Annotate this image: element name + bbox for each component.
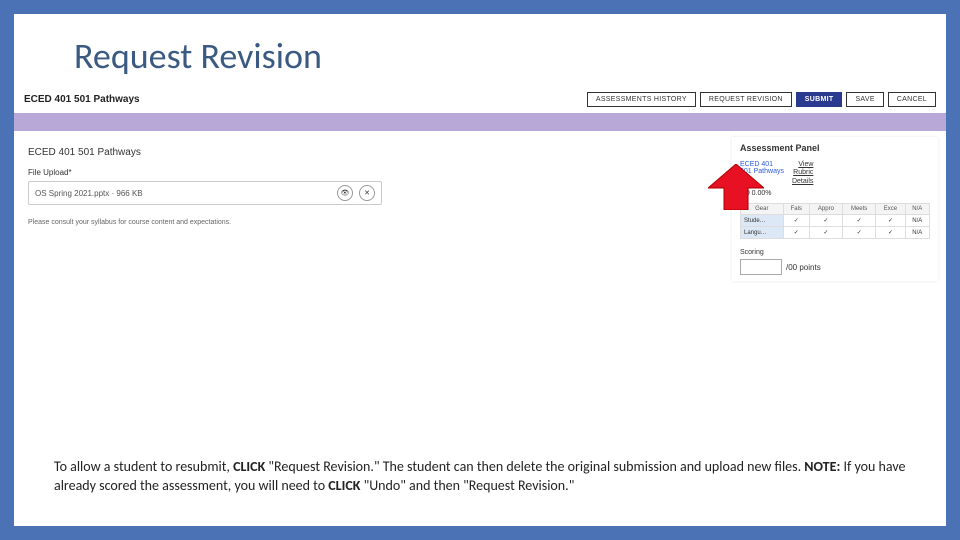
syllabus-hint: Please consult your syllabus for course … [28, 219, 710, 226]
scoring-input[interactable] [740, 259, 782, 275]
slide-title: Request Revision [14, 14, 946, 86]
main-panel: ECED 401 501 Pathways File Upload* OS Sp… [14, 131, 724, 281]
view-link[interactable]: View [792, 161, 813, 169]
rubric-cell[interactable]: ✓ [783, 227, 809, 239]
save-button[interactable]: SAVE [846, 92, 883, 107]
uploaded-file-row: OS Spring 2021.pptx · 966 KB 👁 ✕ [28, 181, 382, 205]
rubric-cell[interactable]: ✓ [809, 215, 842, 227]
rubric-header: Appro [809, 204, 842, 215]
rubric-header: N/A [905, 204, 929, 215]
panel-links: View Rubric Details [792, 161, 813, 186]
scoring-label: Scoring [740, 249, 930, 256]
rubric-cell[interactable]: ✓ [783, 215, 809, 227]
scoring-suffix: /00 points [786, 263, 821, 272]
panel-course: ECED 401 501 Pathways [740, 161, 784, 186]
scoring-box: /00 points [740, 259, 930, 275]
app-toolbar: ECED 401 501 Pathways ASSESSMENTS HISTOR… [14, 86, 946, 113]
rubric-header: Meets [842, 204, 875, 215]
rubric-header-row: Gear Fals Appro Meets Exce N/A [741, 204, 930, 215]
slide-frame: { "slide": { "title": "Request Revision"… [0, 0, 960, 540]
caption-text: To allow a student to resubmit, [54, 458, 233, 475]
view-file-icon[interactable]: 👁 [337, 185, 353, 201]
rubric-row: Stude… ✓ ✓ ✓ ✓ N/A [741, 215, 930, 227]
rubric-cell[interactable]: ✓ [809, 227, 842, 239]
score-summary: 0/0 0.00% [740, 190, 930, 197]
workspace: ECED 401 501 Pathways File Upload* OS Sp… [14, 131, 946, 281]
caption-text: "Request Revision." The student can then… [268, 458, 804, 475]
rubric-cell[interactable]: N/A [905, 227, 929, 239]
delete-file-icon[interactable]: ✕ [359, 185, 375, 201]
rubric-cell[interactable]: ✓ [876, 215, 905, 227]
file-upload-label: File Upload* [28, 168, 710, 177]
rubric-cell[interactable]: ✓ [842, 227, 875, 239]
assessment-app: ECED 401 501 Pathways ASSESSMENTS HISTOR… [14, 86, 946, 281]
instruction-caption: To allow a student to resubmit, CLICK "R… [54, 458, 906, 496]
rubric-cell[interactable]: ✓ [842, 215, 875, 227]
course-title: ECED 401 501 Pathways [24, 94, 587, 105]
details-link[interactable]: Details [792, 178, 813, 186]
rubric-link[interactable]: Rubric [792, 169, 813, 177]
panel-title: Assessment Panel [740, 143, 930, 153]
caption-bold: CLICK [233, 458, 265, 475]
rubric-row-label: Langu… [741, 227, 784, 239]
submit-button[interactable]: SUBMIT [796, 92, 843, 107]
request-revision-button[interactable]: REQUEST REVISION [700, 92, 792, 107]
assessments-history-button[interactable]: ASSESSMENTS HISTORY [587, 92, 696, 107]
panel-course-sub: 501 Pathways [740, 168, 784, 175]
uploaded-file-name: OS Spring 2021.pptx · 966 KB [35, 189, 331, 198]
rubric-table: Gear Fals Appro Meets Exce N/A Stude… ✓ … [740, 203, 930, 239]
cancel-button[interactable]: CANCEL [888, 92, 936, 107]
caption-text: "Undo" and then "Request Revision." [364, 477, 575, 494]
rubric-row: Langu… ✓ ✓ ✓ ✓ N/A [741, 227, 930, 239]
rubric-row-label: Stude… [741, 215, 784, 227]
rubric-cell[interactable]: ✓ [876, 227, 905, 239]
panel-meta: ECED 401 501 Pathways View Rubric Detail… [740, 161, 930, 186]
toolbar-buttons: ASSESSMENTS HISTORY REQUEST REVISION SUB… [587, 92, 936, 107]
panel-course-code: ECED 401 [740, 161, 773, 168]
rubric-header: Fals [783, 204, 809, 215]
caption-bold: CLICK [328, 477, 360, 494]
rubric-header: Gear [741, 204, 784, 215]
main-heading: ECED 401 501 Pathways [28, 147, 710, 158]
rubric-header: Exce [876, 204, 905, 215]
rubric-cell[interactable]: N/A [905, 215, 929, 227]
caption-bold: NOTE: [804, 458, 840, 475]
assessment-panel: Assessment Panel ECED 401 501 Pathways V… [732, 137, 938, 281]
accent-bar [14, 113, 946, 131]
